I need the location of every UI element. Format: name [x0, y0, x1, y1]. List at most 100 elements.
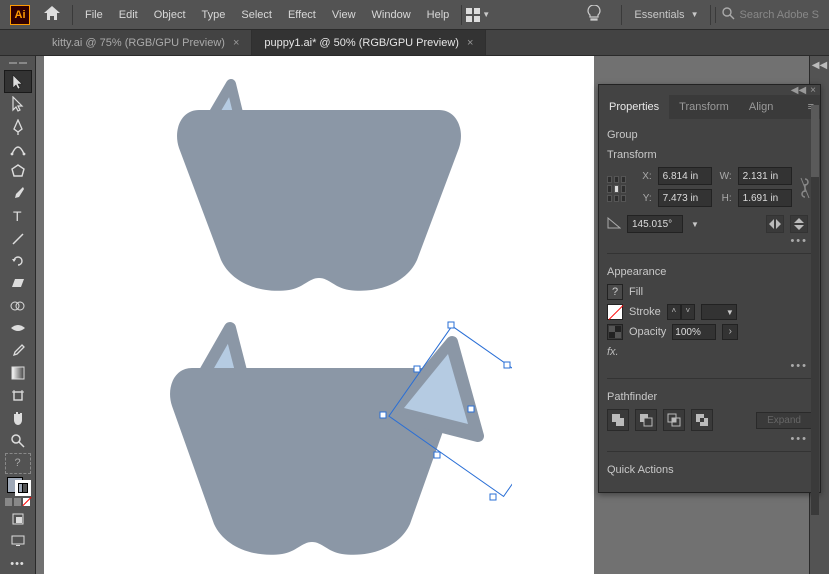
collapse-panel-icon[interactable]: ◀◀: [791, 85, 806, 95]
panel-scrollbar[interactable]: [811, 105, 819, 515]
tools-panel: T ? •••: [0, 56, 36, 574]
menu-edit[interactable]: Edit: [111, 0, 146, 30]
more-options-icon[interactable]: •••: [607, 431, 812, 445]
tab-label: kitty.ai @ 75% (RGB/GPU Preview): [52, 37, 225, 49]
fx-label[interactable]: fx.: [607, 346, 812, 358]
rotate-tool[interactable]: [5, 251, 31, 271]
pen-tool[interactable]: [5, 116, 31, 136]
close-panel-icon[interactable]: ×: [810, 85, 816, 95]
curvature-tool[interactable]: [5, 139, 31, 159]
direct-selection-tool[interactable]: [5, 94, 31, 114]
y-input[interactable]: [658, 189, 712, 207]
menu-effect[interactable]: Effect: [280, 0, 324, 30]
menu-select[interactable]: Select: [233, 0, 280, 30]
stroke-profile-select[interactable]: ▼: [701, 304, 737, 320]
angle-icon: [607, 217, 621, 232]
document-tab-inactive[interactable]: kitty.ai @ 75% (RGB/GPU Preview) ×: [40, 30, 252, 55]
opacity-input[interactable]: [672, 324, 716, 340]
chevron-down-icon[interactable]: ▼: [482, 10, 490, 19]
line-tool[interactable]: [5, 228, 31, 248]
width-tool[interactable]: [5, 318, 31, 338]
more-options-icon[interactable]: •••: [607, 358, 812, 372]
eraser-tool[interactable]: [5, 273, 31, 293]
opacity-more-icon[interactable]: ›: [722, 324, 738, 340]
stroke-swatch[interactable]: [607, 304, 623, 320]
opacity-label: Opacity: [629, 326, 666, 338]
artwork-bottom[interactable]: [152, 308, 512, 568]
hand-tool[interactable]: [5, 408, 31, 428]
y-label: Y:: [638, 193, 652, 204]
flip-vertical-icon[interactable]: [790, 215, 808, 233]
h-input[interactable]: [738, 189, 792, 207]
stroke-swatch[interactable]: [15, 480, 31, 496]
discover-icon[interactable]: [587, 5, 601, 24]
h-label: H:: [718, 193, 732, 204]
menu-view[interactable]: View: [324, 0, 364, 30]
search-box[interactable]: Search Adobe S: [715, 7, 825, 23]
flip-horizontal-icon[interactable]: [766, 215, 784, 233]
menu-window[interactable]: Window: [364, 0, 419, 30]
menubar: Ai File Edit Object Type Select Effect V…: [0, 0, 829, 30]
transform-section-title: Transform: [607, 149, 812, 161]
fill-swatch[interactable]: [607, 284, 623, 300]
panel-tab-transform[interactable]: Transform: [669, 95, 739, 119]
color-mode-row[interactable]: [5, 498, 31, 507]
artboard-tool[interactable]: [5, 386, 31, 406]
close-icon[interactable]: ×: [233, 37, 239, 49]
zoom-tool[interactable]: [5, 430, 31, 450]
quick-actions-section-title: Quick Actions: [607, 464, 812, 476]
menu-help[interactable]: Help: [419, 0, 458, 30]
arrange-documents-icon[interactable]: [466, 8, 480, 22]
collapse-icon[interactable]: ◀◀: [812, 60, 827, 71]
tab-label: puppy1.ai* @ 50% (RGB/GPU Preview): [264, 37, 459, 49]
paintbrush-tool[interactable]: [5, 184, 31, 204]
opacity-swatch[interactable]: [607, 324, 623, 340]
search-icon: [722, 7, 735, 23]
close-icon[interactable]: ×: [467, 37, 473, 49]
eyedropper-tool[interactable]: [5, 341, 31, 361]
unknown-tool[interactable]: ?: [5, 453, 31, 474]
fill-stroke-swatch[interactable]: [5, 476, 31, 496]
constrain-proportions-icon[interactable]: [798, 176, 812, 203]
gradient-tool[interactable]: [5, 363, 31, 383]
pathfinder-exclude-icon[interactable]: [691, 409, 713, 431]
x-input[interactable]: [658, 167, 712, 185]
menu-file[interactable]: File: [77, 0, 111, 30]
artwork-top[interactable]: [159, 64, 479, 294]
draw-mode-normal[interactable]: [5, 509, 31, 529]
menu-type[interactable]: Type: [194, 0, 234, 30]
document-tab-active[interactable]: puppy1.ai* @ 50% (RGB/GPU Preview) ×: [252, 30, 486, 55]
selection-tool[interactable]: [5, 71, 31, 91]
panel-tab-align[interactable]: Align: [739, 95, 783, 119]
chevron-down-icon: ▼: [691, 10, 699, 19]
pathfinder-expand-button: Expand: [756, 412, 812, 429]
angle-input[interactable]: [627, 215, 683, 233]
panel-tabs: Properties Transform Align ≡: [599, 95, 820, 119]
appearance-section-title: Appearance: [607, 266, 812, 278]
type-tool[interactable]: T: [5, 206, 31, 226]
shape-builder-tool[interactable]: [5, 296, 31, 316]
menu-object[interactable]: Object: [146, 0, 194, 30]
svg-text:T: T: [13, 209, 22, 223]
panel-tab-properties[interactable]: Properties: [599, 95, 669, 119]
app-logo: Ai: [10, 5, 30, 25]
rectangle-tool[interactable]: [5, 161, 31, 181]
w-label: W:: [718, 171, 732, 182]
w-input[interactable]: [738, 167, 792, 185]
more-options-icon[interactable]: •••: [607, 233, 812, 247]
x-label: X:: [638, 171, 652, 182]
pathfinder-unite-icon[interactable]: [607, 409, 629, 431]
artboard[interactable]: [44, 56, 594, 574]
stroke-weight-stepper[interactable]: ˄˅: [667, 304, 695, 320]
stroke-label: Stroke: [629, 306, 661, 318]
workspace-switcher[interactable]: Essentials ▼: [626, 9, 706, 21]
reference-point-grid[interactable]: [607, 176, 626, 202]
chevron-down-icon[interactable]: ▼: [691, 220, 699, 229]
search-placeholder: Search Adobe S: [739, 9, 819, 21]
properties-panel: ◀◀ × Properties Transform Align ≡ Group …: [598, 84, 821, 493]
home-icon[interactable]: [44, 6, 60, 24]
pathfinder-minus-front-icon[interactable]: [635, 409, 657, 431]
pathfinder-intersect-icon[interactable]: [663, 409, 685, 431]
edit-toolbar[interactable]: •••: [5, 553, 31, 573]
screen-mode[interactable]: [5, 531, 31, 551]
